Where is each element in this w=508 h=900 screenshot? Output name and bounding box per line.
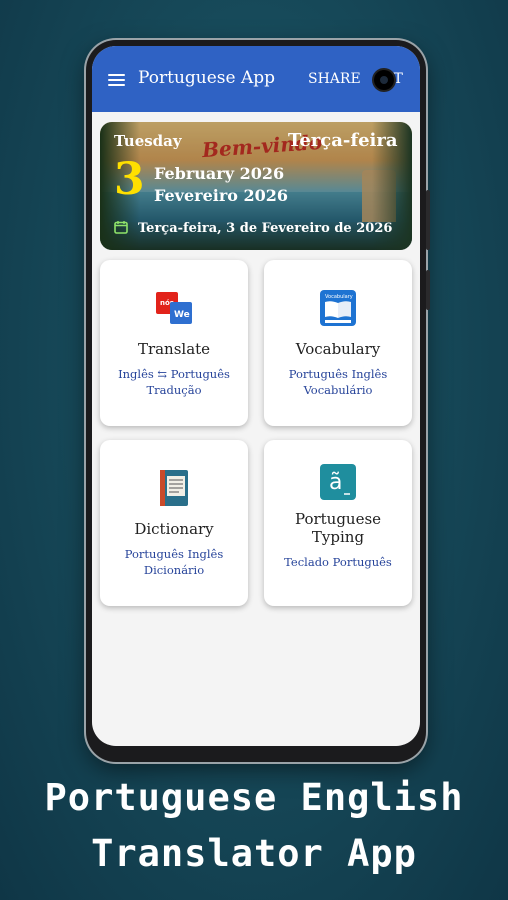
date-banner: Tuesday Bem-vindo Terça-feira 3 February…: [100, 122, 412, 250]
weekday-portuguese: Terça-feira: [288, 130, 398, 151]
vocabulary-title: Vocabulary: [295, 340, 381, 358]
typing-title: Portuguese: [294, 510, 382, 528]
calendar-icon: [114, 221, 128, 234]
translate-title: Translate: [137, 340, 211, 358]
promo-caption-line2: Translator App: [91, 832, 417, 875]
svg-text:Vocabulary: Vocabulary: [325, 294, 353, 300]
dictionary-subtitle: Português Inglês: [124, 547, 224, 561]
promo-caption-line1: Portuguese English: [44, 776, 464, 819]
dictionary-title: Dictionary: [134, 520, 214, 538]
translate-subtitle: Inglês ⇆ Português: [118, 367, 230, 381]
vocabulary-card[interactable]: Vocabulary Vocabulary Português Inglês V…: [264, 260, 412, 426]
typing-title-2: Typing: [311, 528, 365, 546]
translate-card[interactable]: nós We Translate Inglês ⇆ Português Trad…: [100, 260, 248, 426]
weekday-english: Tuesday: [114, 132, 182, 150]
phone-frame: Portuguese App SHARE IT Tuesday Bem-vind…: [86, 40, 430, 762]
full-date: Terça-feira, 3 de Fevereiro de 2026: [138, 221, 393, 236]
typing-subtitle: Teclado Português: [284, 555, 392, 569]
vocabulary-subtitle-2: Vocabulário: [303, 383, 373, 397]
translate-icon: nós We: [156, 292, 192, 324]
dictionary-book-icon: [160, 470, 188, 506]
vocabulary-subtitle: Português Inglês: [288, 367, 388, 381]
dictionary-card[interactable]: Dictionary Português Inglês Dicionário: [100, 440, 248, 606]
keyboard-a-tilde-icon: ã: [320, 464, 356, 500]
portuguese-typing-card[interactable]: ã Portuguese Typing Teclado Português: [264, 440, 412, 606]
front-camera: [374, 70, 394, 90]
hamburger-menu-icon[interactable]: [108, 74, 125, 86]
app-title: Portuguese App: [138, 68, 276, 88]
vocabulary-book-icon: Vocabulary: [320, 290, 356, 326]
app-screen: Portuguese App SHARE IT Tuesday Bem-vind…: [92, 46, 420, 746]
svg-text:ã: ã: [329, 470, 342, 495]
share-button[interactable]: SHARE: [308, 71, 361, 87]
svg-text:We: We: [174, 310, 190, 320]
day-number: 3: [114, 154, 145, 205]
volume-button: [426, 190, 430, 250]
month-portuguese: Fevereiro 2026: [154, 186, 289, 205]
app-bar: Portuguese App SHARE IT: [92, 46, 420, 112]
power-button: [426, 270, 430, 310]
dictionary-subtitle-2: Dicionário: [143, 563, 205, 577]
translate-subtitle-2: Tradução: [146, 383, 202, 397]
month-english: February 2026: [154, 164, 285, 183]
